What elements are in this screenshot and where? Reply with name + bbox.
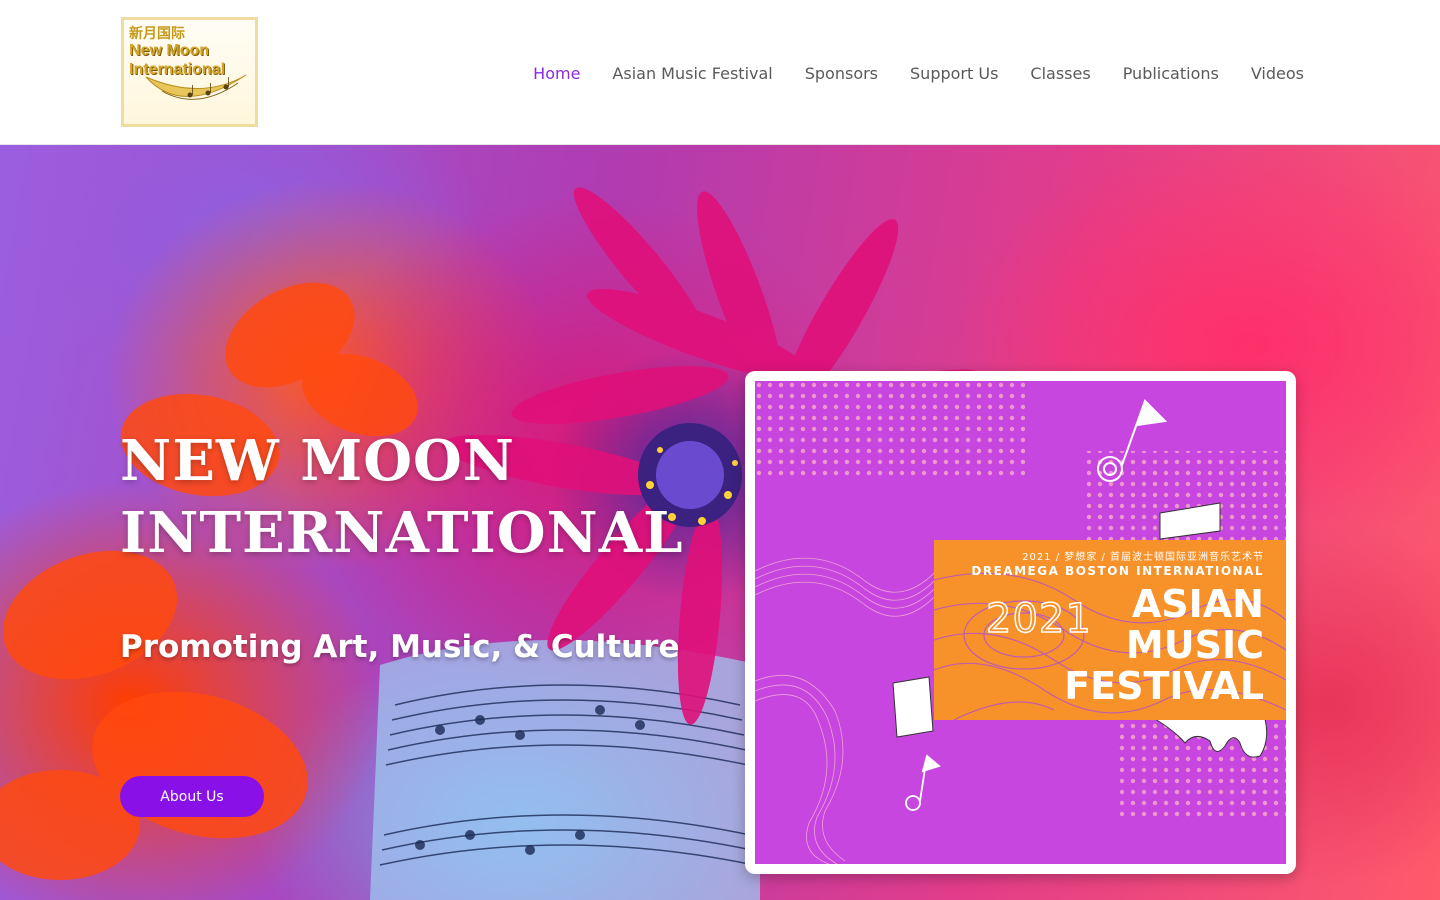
- hero-title-line1: NEW MOON: [120, 428, 515, 494]
- hero-subtitle: Promoting Art, Music, & Culture: [120, 629, 680, 665]
- festival-poster: 2021 / 梦想家 / 首届波士顿国际亚洲音乐艺术节 DREAMEGA BOS…: [755, 381, 1286, 864]
- banner-title-line1: ASIAN: [1131, 582, 1264, 626]
- site-header: 新月国际 New Moon International Home Asian M…: [0, 0, 1440, 145]
- festival-banner: 2021 / 梦想家 / 首届波士顿国际亚洲音乐艺术节 DREAMEGA BOS…: [934, 540, 1286, 720]
- banner-title-line3: FESTIVAL: [1064, 664, 1264, 708]
- banner-chinese-subtitle: 2021 / 梦想家 / 首届波士顿国际亚洲音乐艺术节: [1022, 552, 1264, 563]
- about-us-button[interactable]: About Us: [120, 776, 264, 817]
- hero-section: NEW MOON INTERNATIONAL Promoting Art, Mu…: [0, 145, 1440, 900]
- nav-item-classes[interactable]: Classes: [1030, 64, 1090, 83]
- banner-title-line2: MUSIC: [1125, 623, 1264, 667]
- logo-chinese-text: 新月国际: [129, 26, 185, 42]
- nav-item-sponsors[interactable]: Sponsors: [805, 64, 878, 83]
- nav-item-support-us[interactable]: Support Us: [910, 64, 998, 83]
- festival-poster-card[interactable]: 2021 / 梦想家 / 首届波士顿国际亚洲音乐艺术节 DREAMEGA BOS…: [745, 371, 1296, 874]
- hero-title-line2: INTERNATIONAL: [120, 500, 684, 566]
- crescent-moon-icon: [145, 74, 247, 100]
- nav-item-asian-music-festival[interactable]: Asian Music Festival: [612, 64, 772, 83]
- nav-item-home[interactable]: Home: [533, 64, 580, 83]
- nav-item-publications[interactable]: Publications: [1123, 64, 1219, 83]
- hero-title: NEW MOON INTERNATIONAL: [120, 425, 684, 569]
- nav-item-videos[interactable]: Videos: [1251, 64, 1304, 83]
- banner-english-subtitle: DREAMEGA BOSTON INTERNATIONAL: [971, 564, 1264, 578]
- banner-title: ASIAN MUSIC FESTIVAL: [1064, 584, 1264, 707]
- site-logo[interactable]: 新月国际 New Moon International: [121, 17, 258, 127]
- main-nav: Home Asian Music Festival Sponsors Suppo…: [533, 62, 1304, 84]
